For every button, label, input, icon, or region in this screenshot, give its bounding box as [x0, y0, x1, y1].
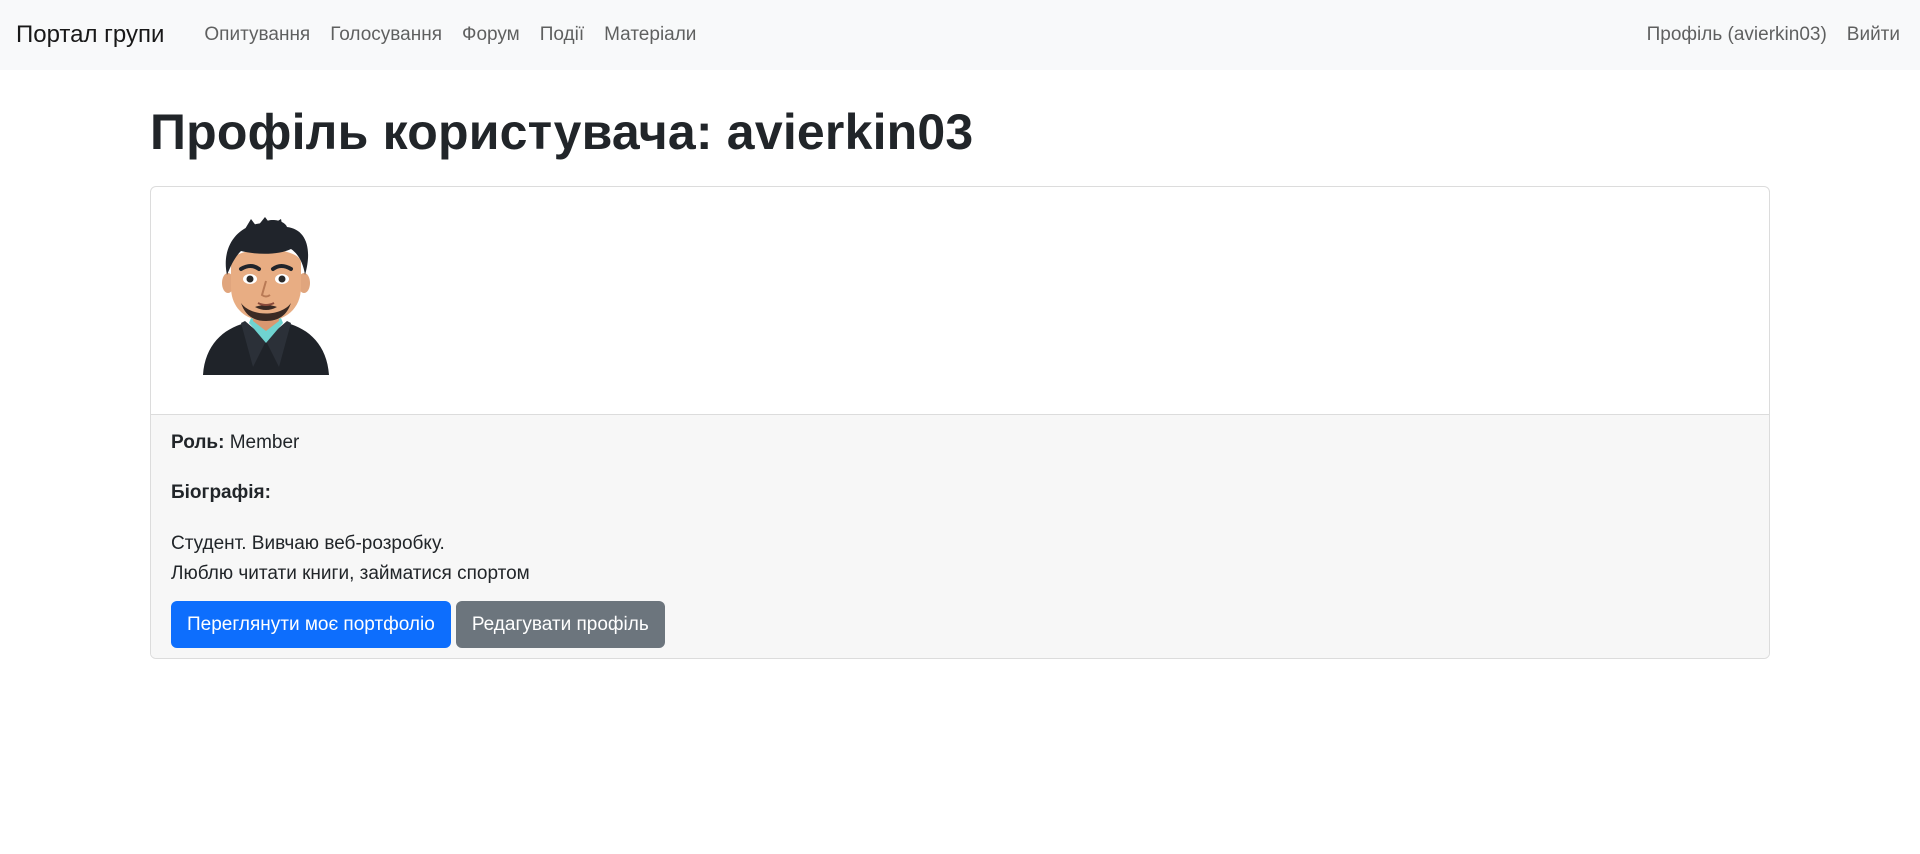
nav-left: Портал групи Опитування Голосування Фору…	[16, 21, 706, 49]
nav-link-events[interactable]: Події	[530, 24, 594, 46]
bio-line: Студент. Вивчаю веб-розробку.	[171, 533, 445, 554]
profile-card-body: Роль: Member Біографія: Студент. Вивчаю …	[151, 415, 1769, 658]
bio-label: Біографія:	[171, 482, 271, 503]
nav-link-materials[interactable]: Матеріали	[594, 24, 706, 46]
bio-line: Люблю читати книги, займатися спортом	[171, 563, 530, 584]
bio-label-row: Біографія:	[171, 479, 1749, 507]
bio-text: Студент. Вивчаю веб-розробку. Люблю чита…	[171, 529, 1749, 589]
main-container: Профіль користувача: avierkin03 Роль: Me…	[150, 70, 1770, 659]
nav-link-voting[interactable]: Голосування	[320, 24, 452, 46]
brand-link[interactable]: Портал групи	[16, 21, 164, 49]
nav-link-polls[interactable]: Опитування	[194, 24, 320, 46]
profile-card-header	[151, 187, 1769, 415]
profile-actions: Переглянути моє портфоліо Редагувати про…	[171, 601, 1749, 648]
avatar	[203, 217, 329, 375]
nav-link-forum[interactable]: Форум	[452, 24, 530, 46]
navbar: Портал групи Опитування Голосування Фору…	[0, 0, 1920, 70]
profile-card: Роль: Member Біографія: Студент. Вивчаю …	[150, 186, 1770, 659]
role-label: Роль:	[171, 432, 225, 453]
nav-link-profile[interactable]: Профіль (avierkin03)	[1637, 24, 1837, 46]
nav-right: Профіль (avierkin03) Вийти	[1637, 24, 1904, 46]
edit-profile-button[interactable]: Редагувати профіль	[455, 601, 665, 648]
role-row: Роль: Member	[171, 429, 1749, 457]
view-portfolio-button[interactable]: Переглянути моє портфоліо	[171, 601, 451, 648]
nav-link-logout[interactable]: Вийти	[1837, 24, 1904, 46]
page-title: Профіль користувача: avierkin03	[150, 104, 974, 160]
role-value: Member	[229, 432, 300, 453]
